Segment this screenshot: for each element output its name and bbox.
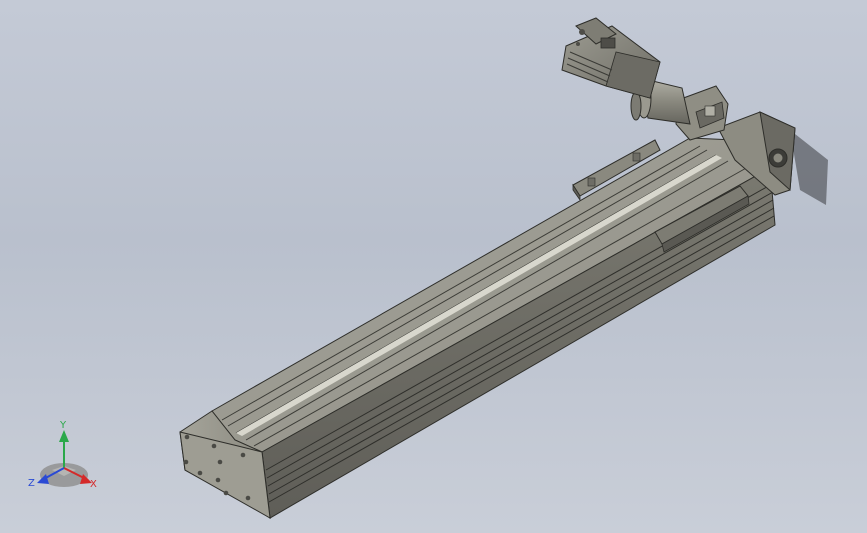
y-axis-arrow [59,430,69,442]
x-axis-label: X [90,479,97,490]
z-axis-label: Z [28,478,35,489]
linear-rail-body[interactable] [179,137,776,520]
cad-viewport[interactable]: Y X Z [0,0,867,533]
servo-motor[interactable] [561,17,661,99]
orientation-triad[interactable]: Y X Z [28,420,97,490]
y-axis-label: Y [59,420,67,431]
linear-actuator-model[interactable]: Y X Z [0,0,867,533]
drop-shadow [790,130,828,205]
